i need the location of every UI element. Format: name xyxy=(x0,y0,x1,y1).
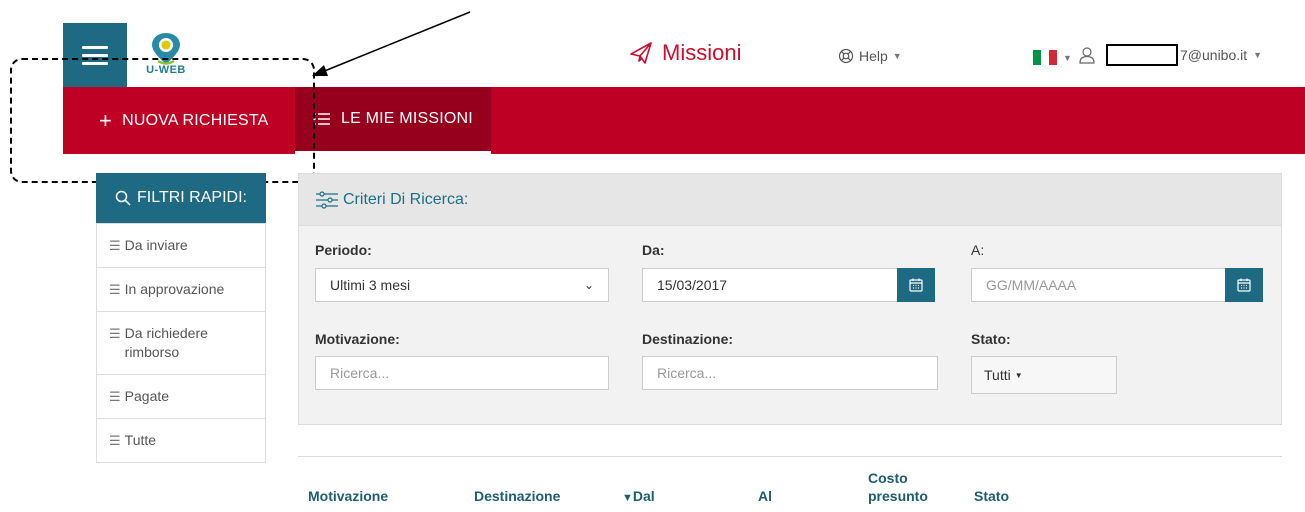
sidebar-item-pagate[interactable]: ☰ Pagate xyxy=(97,375,265,419)
italy-flag-icon xyxy=(1033,50,1057,65)
sidebar-item-label: Tutte xyxy=(124,432,157,448)
from-date-value: 15/03/2017 xyxy=(657,277,728,293)
location-pin-icon xyxy=(152,33,180,65)
user-icon xyxy=(1079,47,1095,64)
from-date-calendar-button[interactable] xyxy=(897,268,935,302)
from-date-label: Da: xyxy=(642,242,665,258)
search-icon xyxy=(115,190,131,206)
motivation-label: Motivazione: xyxy=(315,331,400,347)
main-navbar: + NUOVA RICHIESTA LE MIE MISSIONI xyxy=(63,87,1305,154)
language-selector[interactable]: ▼ xyxy=(1033,50,1072,65)
destination-label: Destinazione: xyxy=(642,331,734,347)
airplane-icon xyxy=(630,42,652,64)
logo-text: U-WEB xyxy=(146,64,186,76)
new-request-button[interactable]: + NUOVA RICHIESTA xyxy=(99,87,269,154)
to-date-calendar-button[interactable] xyxy=(1225,268,1263,302)
caret-down-icon: ▼ xyxy=(1063,52,1072,63)
my-missions-label: LE MIE MISSIONI xyxy=(341,110,473,127)
column-header-dal-label: Dal xyxy=(632,488,655,504)
status-dropdown[interactable]: Tutti ▼ xyxy=(971,356,1117,394)
menu-button[interactable] xyxy=(63,23,127,87)
sidebar-item-in-approvazione[interactable]: ☰ In approvazione xyxy=(97,268,265,312)
page-title: Missioni xyxy=(628,36,741,70)
motivation-placeholder: Ricerca... xyxy=(330,365,390,381)
period-value: Ultimi 3 mesi xyxy=(330,277,411,293)
caret-down-icon: ▼ xyxy=(1014,370,1023,380)
destination-input[interactable]: Ricerca... xyxy=(642,356,938,390)
caret-down-icon: ▼ xyxy=(892,51,902,61)
app-title-text: Missioni xyxy=(662,40,742,65)
user-email: 7@unibo.it xyxy=(1180,47,1248,63)
to-date-placeholder: GG/MM/AAAA xyxy=(986,277,1077,293)
column-header-destinazione[interactable]: Destinazione xyxy=(474,487,560,505)
list-icon: ☰ xyxy=(109,238,121,253)
new-request-label: NUOVA RICHIESTA xyxy=(122,111,269,129)
quick-filters-header: FILTRI RAPIDI: xyxy=(96,173,266,223)
list-icon: ☰ xyxy=(109,433,121,448)
search-criteria-panel: Criteri Di Ricerca: Periodo: Ultimi 3 me… xyxy=(298,173,1282,425)
list-icon xyxy=(313,112,330,126)
to-date-label: A: xyxy=(971,242,985,258)
plus-icon: + xyxy=(99,107,113,133)
column-header-costo-presunto[interactable]: Costo presunto xyxy=(868,469,938,505)
from-date-input[interactable]: 15/03/2017 xyxy=(642,268,898,302)
period-label: Periodo: xyxy=(315,242,372,258)
column-header-al[interactable]: Al xyxy=(758,487,772,505)
status-value: Tutti xyxy=(984,367,1011,383)
user-menu[interactable]: 7@unibo.it ▼ xyxy=(1078,44,1262,66)
list-icon: ☰ xyxy=(109,389,121,404)
to-date-input[interactable]: GG/MM/AAAA xyxy=(971,268,1227,302)
search-criteria-title: Criteri Di Ricerca: xyxy=(343,190,469,208)
quick-filters-list: ☰ Da inviare ☰ In approvazione ☰ Da rich… xyxy=(96,223,266,463)
lifebuoy-icon xyxy=(838,48,854,64)
search-criteria-header: Criteri Di Ricerca: xyxy=(299,174,1281,226)
sidebar-item-label: In approvazione xyxy=(124,281,225,297)
motivation-input[interactable]: Ricerca... xyxy=(315,356,609,390)
status-label: Stato: xyxy=(971,331,1011,347)
column-header-motivazione[interactable]: Motivazione xyxy=(308,487,388,505)
redacted-username-box xyxy=(1106,44,1178,66)
chevron-down-icon: ⌄ xyxy=(583,278,594,292)
column-header-stato[interactable]: Stato xyxy=(974,487,1009,505)
sidebar-item-label: Pagate xyxy=(124,388,170,404)
help-label: Help xyxy=(859,48,888,64)
missions-table-header: Motivazione Destinazione ▼Dal Al Costo p… xyxy=(298,456,1282,512)
u-web-logo[interactable]: U-WEB xyxy=(137,30,197,80)
caret-down-icon: ▼ xyxy=(1253,50,1263,60)
menu-icon xyxy=(82,45,108,49)
help-menu[interactable]: Help ▼ xyxy=(838,48,902,64)
sliders-icon xyxy=(316,190,338,209)
list-icon: ☰ xyxy=(109,326,121,341)
calendar-icon xyxy=(1237,278,1251,292)
destination-placeholder: Ricerca... xyxy=(657,365,717,381)
period-select[interactable]: Ultimi 3 mesi ⌄ xyxy=(315,268,609,302)
sort-desc-icon: ▼ xyxy=(622,492,633,504)
sidebar-item-label: Da richiedere rimborso xyxy=(124,325,208,360)
sidebar-item-da-inviare[interactable]: ☰ Da inviare xyxy=(97,224,265,268)
column-header-dal[interactable]: ▼Dal xyxy=(622,487,655,507)
sidebar-item-da-richiedere-rimborso[interactable]: ☰ Da richiedere rimborso xyxy=(97,312,265,375)
list-icon: ☰ xyxy=(109,282,121,297)
tab-my-missions[interactable]: LE MIE MISSIONI xyxy=(295,87,491,154)
sidebar-item-tutte[interactable]: ☰ Tutte xyxy=(97,419,265,462)
quick-filters-title: FILTRI RAPIDI: xyxy=(137,189,247,206)
calendar-icon xyxy=(909,278,923,292)
sidebar-item-label: Da inviare xyxy=(124,237,188,253)
